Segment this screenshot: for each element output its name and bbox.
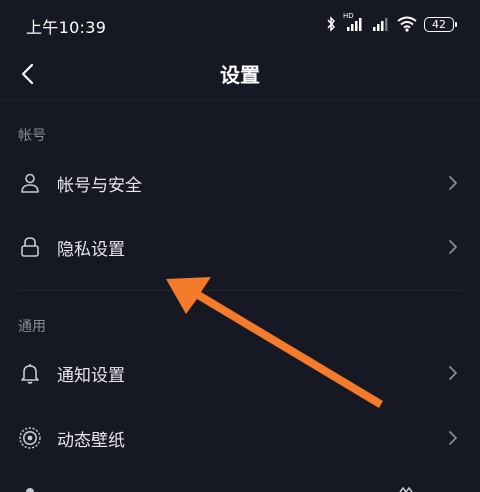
bluetooth-icon — [327, 16, 336, 32]
signal-2-icon — [373, 18, 388, 31]
chevron-right-icon — [449, 176, 457, 190]
battery-indicator: 42 — [424, 16, 457, 32]
row-label-account-security: 帐号与安全 — [57, 176, 142, 196]
chevron-right-icon — [449, 240, 457, 254]
nav-bar: 设置 — [0, 48, 480, 101]
section-divider — [18, 290, 462, 291]
row-label-live-wallpaper: 动态壁纸 — [57, 431, 125, 451]
page-title: 设置 — [220, 63, 260, 87]
row-privacy-settings[interactable]: 隐私设置 — [0, 216, 480, 278]
chevron-right-icon — [449, 431, 457, 445]
next-row-icon-right — [399, 486, 413, 492]
status-icons: HD 42 — [326, 12, 457, 35]
next-row-icon — [26, 488, 34, 492]
section-header-general: 通用 — [18, 319, 46, 335]
status-bar: 上午10:39 HD 42 — [0, 0, 480, 48]
wifi-icon — [397, 16, 417, 32]
lock-icon — [21, 237, 39, 257]
person-icon — [21, 173, 39, 193]
bell-icon — [21, 364, 39, 384]
row-live-wallpaper[interactable]: 动态壁纸 — [0, 407, 480, 469]
row-notification-settings[interactable]: 通知设置 — [0, 342, 480, 404]
wallpaper-icon — [19, 427, 41, 449]
row-label-notification-settings: 通知设置 — [57, 366, 125, 386]
section-header-account: 帐号 — [18, 128, 46, 144]
row-account-security[interactable]: 帐号与安全 — [0, 152, 480, 214]
signal-icon: HD — [343, 12, 365, 32]
row-label-privacy-settings: 隐私设置 — [57, 240, 125, 260]
chevron-right-icon — [449, 366, 457, 380]
status-time: 上午10:39 — [26, 18, 107, 37]
